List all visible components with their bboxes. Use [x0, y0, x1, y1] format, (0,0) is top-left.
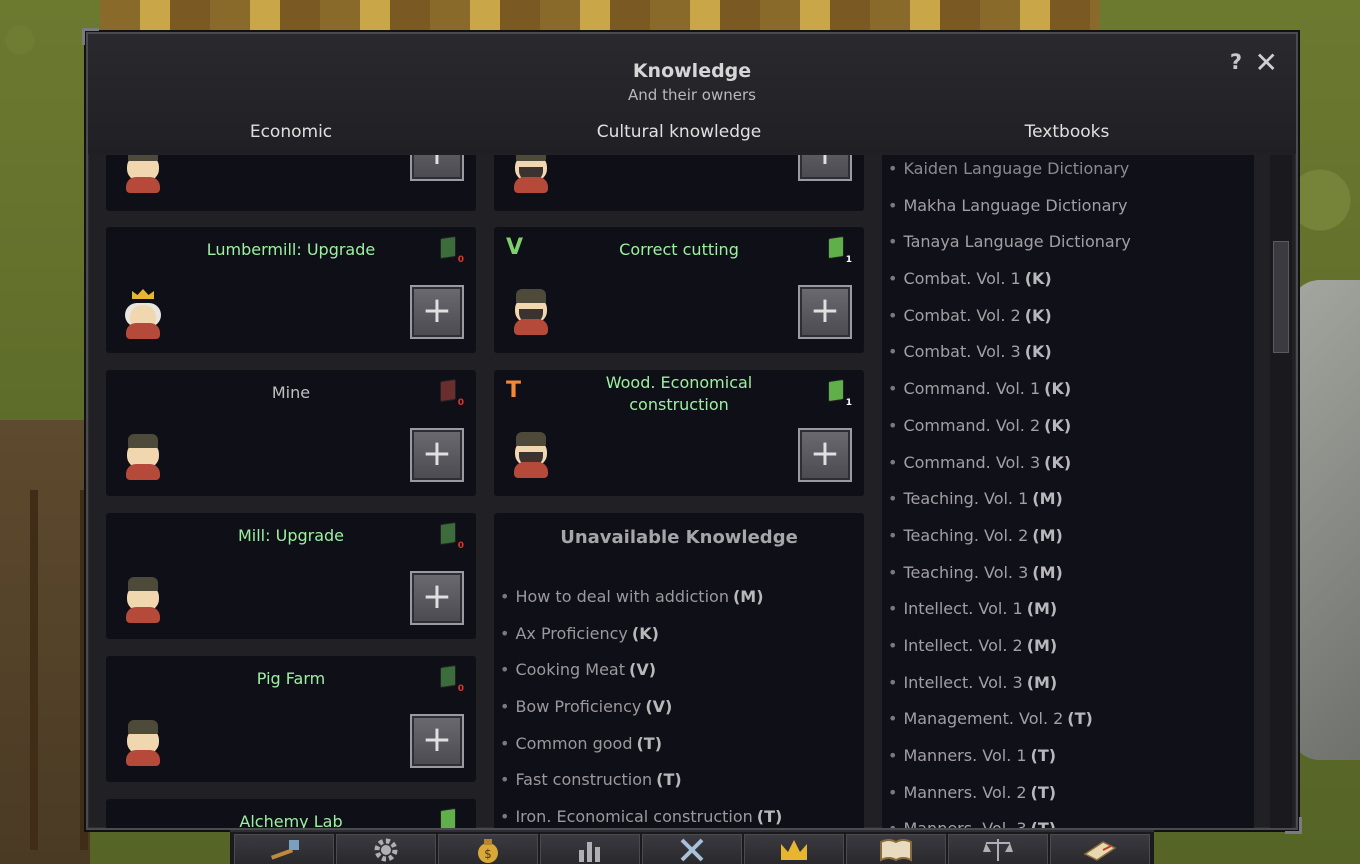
- list-item: Intellect. Vol. 2(M): [888, 632, 1135, 669]
- card-title: Correct cutting: [619, 240, 739, 259]
- column-header-cultural: Cultural knowledge: [596, 122, 762, 142]
- bar-chart-icon[interactable]: [540, 834, 640, 864]
- book-icon: 0: [438, 378, 464, 408]
- book-icon: 1: [826, 235, 852, 265]
- knowledge-window: Knowledge And their owners ? ✕ Economic …: [82, 28, 1302, 834]
- book-icon: 0: [438, 664, 464, 694]
- cultural-card: T Wood. Economical construction 1 +: [494, 370, 864, 496]
- economic-card: Pig Farm 0 +: [106, 656, 476, 782]
- window-subtitle: And their owners: [628, 86, 756, 104]
- list-item: Combat. Vol. 3(K): [888, 338, 1135, 375]
- list-item: Kaiden Language Dictionary: [888, 155, 1135, 192]
- economic-card: +: [106, 155, 476, 211]
- assign-owner-button[interactable]: +: [798, 285, 852, 339]
- avatar: [510, 430, 552, 478]
- map-scroll-icon[interactable]: [1050, 834, 1150, 864]
- list-item: Command. Vol. 3(K): [888, 449, 1135, 486]
- gear-icon[interactable]: [336, 834, 436, 864]
- crossed-swords-icon[interactable]: [642, 834, 742, 864]
- unavailable-list: How to deal with addiction(M) Ax Profici…: [500, 583, 782, 828]
- list-item: Fast construction(T): [500, 766, 782, 803]
- hammer-icon[interactable]: [234, 834, 334, 864]
- cultural-column: + V Correct cutting 1 + T Wood. Economic…: [494, 155, 866, 828]
- economic-card: Lumbermill: Upgrade 0 +: [106, 227, 476, 353]
- knowledge-type-badge: T: [506, 378, 522, 403]
- textbooks-list: Kaiden Language Dictionary Makha Languag…: [888, 155, 1135, 828]
- cultural-card: V Correct cutting 1 +: [494, 227, 864, 353]
- cultural-card: +: [494, 155, 864, 211]
- assign-owner-button[interactable]: +: [410, 571, 464, 625]
- economic-column: + Lumbermill: Upgrade 0 + Mine 0 + Mill:…: [106, 155, 478, 828]
- assign-owner-button[interactable]: +: [798, 428, 852, 482]
- card-title: Mine: [271, 383, 311, 402]
- list-item: Management. Vol. 2(T): [888, 705, 1135, 742]
- list-item: Common good(T): [500, 730, 782, 767]
- bottom-toolbar: $: [230, 830, 1154, 864]
- economic-card: Mill: Upgrade 0 +: [106, 513, 476, 639]
- book-icon: 0: [438, 521, 464, 551]
- avatar: [510, 287, 552, 335]
- list-item: Teaching. Vol. 1(M): [888, 485, 1135, 522]
- textbooks-column: Kaiden Language Dictionary Makha Languag…: [882, 155, 1254, 828]
- list-item: Intellect. Vol. 3(M): [888, 669, 1135, 706]
- column-header-economic: Economic: [249, 122, 333, 142]
- avatar: [510, 155, 552, 193]
- list-item: Intellect. Vol. 1(M): [888, 595, 1135, 632]
- list-item: Manners. Vol. 2(T): [888, 779, 1135, 816]
- card-title: Mill: Upgrade: [237, 526, 345, 545]
- economic-card: Alchemy Lab: [106, 799, 476, 828]
- scrollbar-thumb[interactable]: [1273, 241, 1289, 353]
- window-title: Knowledge: [632, 60, 752, 82]
- book-icon[interactable]: [846, 834, 946, 864]
- list-item: How to deal with addiction(M): [500, 583, 782, 620]
- avatar: [122, 575, 164, 623]
- list-item: Teaching. Vol. 2(M): [888, 522, 1135, 559]
- money-bag-icon[interactable]: $: [438, 834, 538, 864]
- list-item: Tanaya Language Dictionary: [888, 228, 1135, 265]
- list-item: Combat. Vol. 2(K): [888, 302, 1135, 339]
- card-title: Alchemy Lab: [239, 812, 343, 828]
- list-item: Command. Vol. 2(K): [888, 412, 1135, 449]
- svg-text:$: $: [484, 847, 492, 861]
- column-header-textbooks: Textbooks: [1024, 122, 1110, 142]
- list-item: Bow Proficiency(V): [500, 693, 782, 730]
- assign-owner-button[interactable]: +: [410, 285, 464, 339]
- book-icon: 1: [826, 378, 852, 408]
- window-header: Knowledge And their owners ? ✕ Economic …: [88, 34, 1296, 154]
- list-item: Cooking Meat(V): [500, 656, 782, 693]
- avatar: [122, 718, 164, 766]
- close-icon[interactable]: ✕: [1255, 46, 1278, 79]
- help-icon[interactable]: ?: [1230, 50, 1242, 74]
- avatar: [122, 289, 164, 339]
- list-item: Iron. Economical construction(T): [500, 803, 782, 828]
- card-title: Lumbermill: Upgrade: [206, 240, 376, 259]
- rock-cliff: [1290, 280, 1360, 760]
- assign-owner-button[interactable]: +: [410, 428, 464, 482]
- knowledge-type-badge: V: [506, 235, 524, 260]
- textbooks-scrollbar[interactable]: [1270, 155, 1292, 828]
- book-icon: [438, 807, 458, 828]
- avatar: [122, 155, 164, 193]
- list-item: Manners. Vol. 3(T): [888, 815, 1135, 828]
- wheat-field: [100, 0, 1100, 36]
- crown-icon[interactable]: [744, 834, 844, 864]
- list-item: Command. Vol. 1(K): [888, 375, 1135, 412]
- unavailable-title: Unavailable Knowledge: [560, 527, 798, 548]
- avatar: [122, 432, 164, 480]
- assign-owner-button[interactable]: +: [410, 155, 464, 181]
- card-title: Wood. Economical construction: [605, 373, 753, 414]
- assign-owner-button[interactable]: +: [410, 714, 464, 768]
- card-title: Pig Farm: [256, 669, 326, 688]
- list-item: Ax Proficiency(K): [500, 620, 782, 657]
- list-item: Teaching. Vol. 3(M): [888, 559, 1135, 596]
- list-item: Manners. Vol. 1(T): [888, 742, 1135, 779]
- assign-owner-button[interactable]: +: [798, 155, 852, 181]
- book-icon: 0: [438, 235, 464, 265]
- scales-icon[interactable]: [948, 834, 1048, 864]
- economic-card: Mine 0 +: [106, 370, 476, 496]
- list-item: Makha Language Dictionary: [888, 192, 1135, 229]
- unavailable-knowledge-panel: Unavailable Knowledge How to deal with a…: [494, 513, 864, 828]
- wooden-fence: [30, 490, 88, 850]
- list-item: Combat. Vol. 1(K): [888, 265, 1135, 302]
